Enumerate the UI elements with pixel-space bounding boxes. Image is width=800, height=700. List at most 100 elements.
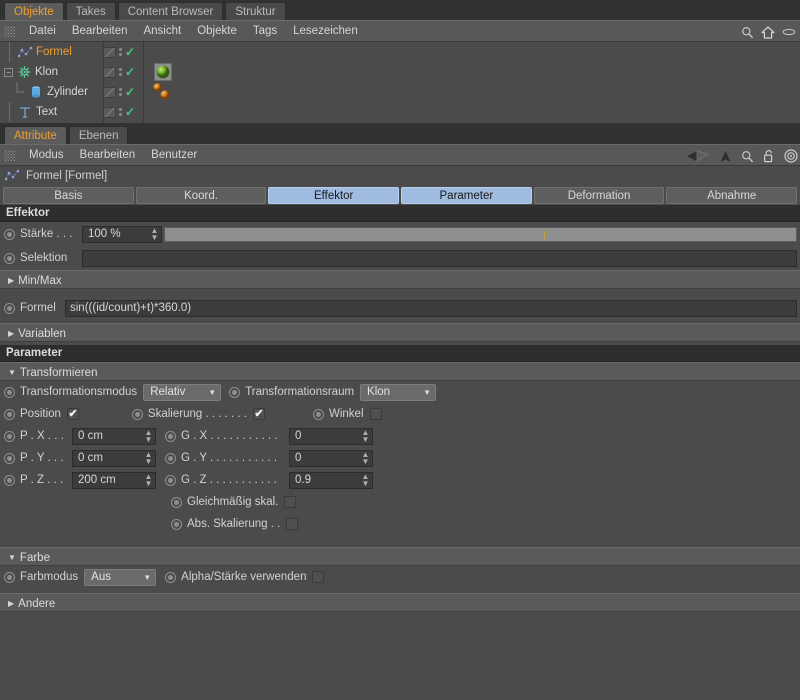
enable-check-icon[interactable]: ✓	[125, 107, 135, 117]
menu-benutzer[interactable]: Benutzer	[143, 144, 205, 166]
search-icon[interactable]	[741, 26, 754, 39]
menu-tags[interactable]: Tags	[245, 20, 285, 42]
object-tags[interactable]	[151, 42, 800, 62]
parameter-radio-icon[interactable]	[171, 519, 182, 530]
lock-open-icon[interactable]	[763, 149, 775, 163]
visibility-toggle-icon[interactable]	[103, 107, 116, 118]
stepper-icon[interactable]: ▲▼	[144, 451, 153, 465]
search-icon[interactable]	[741, 150, 754, 163]
parameter-radio-icon[interactable]	[165, 453, 176, 464]
stepper-icon[interactable]: ▲▼	[150, 227, 159, 241]
tab-ebenen[interactable]: Ebenen	[69, 126, 129, 144]
collapse-expander-icon[interactable]: −	[4, 68, 13, 77]
visibility-toggle-icon[interactable]	[103, 47, 116, 58]
object-visibility-columns[interactable]: ✓	[103, 42, 151, 62]
stepper-icon[interactable]: ▲▼	[144, 473, 153, 487]
ellipse-icon[interactable]	[782, 27, 796, 37]
visibility-dots-icon[interactable]	[119, 68, 122, 76]
parameter-radio-icon[interactable]	[4, 453, 15, 464]
alpha-staerke-checkbox[interactable]	[312, 571, 324, 583]
object-tags[interactable]	[151, 102, 800, 122]
parameter-radio-icon[interactable]	[229, 387, 240, 398]
parameter-radio-icon[interactable]	[165, 431, 176, 442]
object-row-klon[interactable]: − Klon	[0, 62, 800, 82]
grip-icon[interactable]	[4, 26, 15, 37]
gleichmaessig-checkbox[interactable]	[284, 496, 296, 508]
gz-input[interactable]: 0.9 ▲▼	[289, 472, 373, 489]
selektion-input[interactable]	[82, 250, 797, 267]
parameter-radio-icon[interactable]	[171, 497, 182, 508]
stepper-icon[interactable]: ▲▼	[361, 429, 370, 443]
up-arrow-icon[interactable]	[719, 150, 732, 163]
parameter-radio-icon[interactable]	[313, 409, 324, 420]
tab-takes[interactable]: Takes	[66, 2, 116, 20]
object-tags[interactable]	[151, 62, 800, 82]
parameter-radio-icon[interactable]	[4, 431, 15, 442]
gy-input[interactable]: 0 ▲▼	[289, 450, 373, 467]
group-variablen[interactable]: ▶Variablen	[0, 323, 800, 342]
tab-objekte[interactable]: Objekte	[4, 2, 64, 20]
menu-ansicht[interactable]: Ansicht	[135, 20, 189, 42]
tab-struktur[interactable]: Struktur	[225, 2, 285, 20]
object-row-zylinder[interactable]: Zylinder ✓	[0, 82, 800, 102]
menu-bearbeiten[interactable]: Bearbeiten	[64, 20, 136, 42]
parameter-radio-icon[interactable]	[132, 409, 143, 420]
parameter-radio-icon[interactable]	[4, 409, 15, 420]
orange-sphere-tag-icon[interactable]	[160, 90, 170, 100]
visibility-dots-icon[interactable]	[119, 88, 122, 96]
tab-effektor[interactable]: Effektor	[268, 187, 399, 204]
visibility-toggle-icon[interactable]	[103, 87, 116, 98]
visibility-dots-icon[interactable]	[119, 48, 122, 56]
group-farbe[interactable]: ▼Farbe	[0, 547, 800, 566]
menu-objekte[interactable]: Objekte	[189, 20, 245, 42]
parameter-radio-icon[interactable]	[4, 387, 15, 398]
parameter-radio-icon[interactable]	[4, 229, 15, 240]
stepper-icon[interactable]: ▲▼	[144, 429, 153, 443]
tab-deformation[interactable]: Deformation	[534, 187, 665, 204]
object-visibility-columns[interactable]: ✓	[103, 62, 151, 82]
menu-modus[interactable]: Modus	[21, 144, 72, 166]
tab-attribute[interactable]: Attribute	[4, 126, 67, 144]
object-row-formel[interactable]: Formel ✓	[0, 42, 800, 62]
px-input[interactable]: 0 cm ▲▼	[72, 428, 156, 445]
parameter-radio-icon[interactable]	[4, 572, 15, 583]
green-sphere-material-tag-icon[interactable]	[154, 63, 172, 81]
py-input[interactable]: 0 cm ▲▼	[72, 450, 156, 467]
farbmodus-dropdown[interactable]: Aus ▼	[84, 569, 156, 586]
enable-check-icon[interactable]: ✓	[125, 67, 135, 77]
object-row-text[interactable]: Text ✓	[0, 102, 800, 122]
menu-datei[interactable]: Datei	[21, 20, 64, 42]
group-transformieren[interactable]: ▼Transformieren	[0, 362, 800, 381]
staerke-slider[interactable]	[164, 227, 797, 242]
parameter-radio-icon[interactable]	[4, 303, 15, 314]
abs-skalierung-checkbox[interactable]	[286, 518, 298, 530]
staerke-input[interactable]: 100 % ▲▼	[82, 226, 162, 243]
parameter-radio-icon[interactable]	[4, 475, 15, 486]
tab-basis[interactable]: Basis	[3, 187, 134, 204]
enable-check-icon[interactable]: ✓	[125, 47, 135, 57]
stepper-icon[interactable]: ▲▼	[361, 451, 370, 465]
grip-icon[interactable]	[4, 150, 15, 161]
tab-parameter[interactable]: Parameter	[401, 187, 532, 204]
transformationsmodus-dropdown[interactable]: Relativ ▼	[143, 384, 221, 401]
formel-input[interactable]: sin(((id/count)+t)*360.0)	[65, 300, 797, 317]
group-andere[interactable]: ▶Andere	[0, 593, 800, 612]
enable-check-icon[interactable]: ✓	[125, 87, 135, 97]
menu-lesezeichen[interactable]: Lesezeichen	[285, 20, 366, 42]
back-arrow-icon[interactable]	[686, 150, 710, 163]
object-tags[interactable]	[151, 82, 800, 102]
object-visibility-columns[interactable]: ✓	[103, 102, 151, 122]
parameter-radio-icon[interactable]	[165, 572, 176, 583]
tab-koord[interactable]: Koord.	[136, 187, 267, 204]
parameter-radio-icon[interactable]	[165, 475, 176, 486]
transformationsraum-dropdown[interactable]: Klon ▼	[360, 384, 436, 401]
skalierung-checkbox[interactable]: ✔	[253, 408, 265, 420]
parameter-radio-icon[interactable]	[4, 253, 15, 264]
winkel-checkbox[interactable]	[370, 408, 382, 420]
group-minmax[interactable]: ▶Min/Max	[0, 270, 800, 289]
tab-abnahme[interactable]: Abnahme	[666, 187, 797, 204]
visibility-toggle-icon[interactable]	[103, 67, 116, 78]
pz-input[interactable]: 200 cm ▲▼	[72, 472, 156, 489]
menu-bearbeiten[interactable]: Bearbeiten	[72, 144, 144, 166]
visibility-dots-icon[interactable]	[119, 108, 122, 116]
